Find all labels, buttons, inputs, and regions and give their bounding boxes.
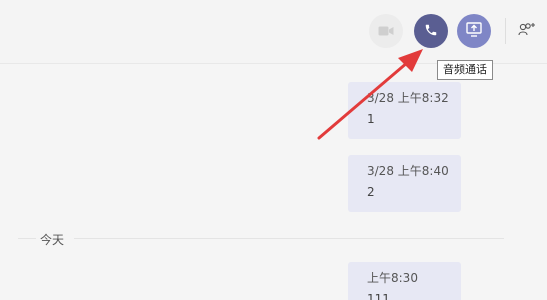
day-separator: 今天 [0, 228, 547, 248]
phone-icon [424, 22, 438, 41]
chat-header [0, 0, 547, 64]
message-bubble[interactable]: 3/28 上午8:40 2 [348, 155, 461, 212]
share-screen-icon [466, 21, 482, 41]
message-bubble[interactable]: 上午8:30 111 [348, 262, 461, 300]
share-screen-button[interactable] [457, 14, 491, 48]
message-text: 111 [367, 292, 390, 300]
chat-window: 音频通话 3/28 上午8:32 1 3/28 上午8:40 2 今天 上午8:… [0, 0, 547, 300]
day-separator-label: 今天 [40, 233, 65, 247]
message-timestamp: 3/28 上午8:40 [367, 164, 449, 178]
header-divider [505, 18, 506, 44]
add-people-button[interactable] [515, 19, 539, 43]
audio-call-tooltip: 音频通话 [437, 60, 493, 80]
video-camera-icon [378, 22, 394, 41]
separator-line [74, 238, 504, 239]
message-text: 2 [367, 185, 375, 199]
separator-line [18, 238, 36, 239]
message-timestamp: 3/28 上午8:32 [367, 91, 449, 105]
message-timestamp: 上午8:30 [367, 271, 418, 285]
audio-call-button[interactable] [414, 14, 448, 48]
add-people-icon [517, 21, 537, 41]
message-text: 1 [367, 112, 375, 126]
video-call-button[interactable] [369, 14, 403, 48]
message-bubble[interactable]: 3/28 上午8:32 1 [348, 82, 461, 139]
